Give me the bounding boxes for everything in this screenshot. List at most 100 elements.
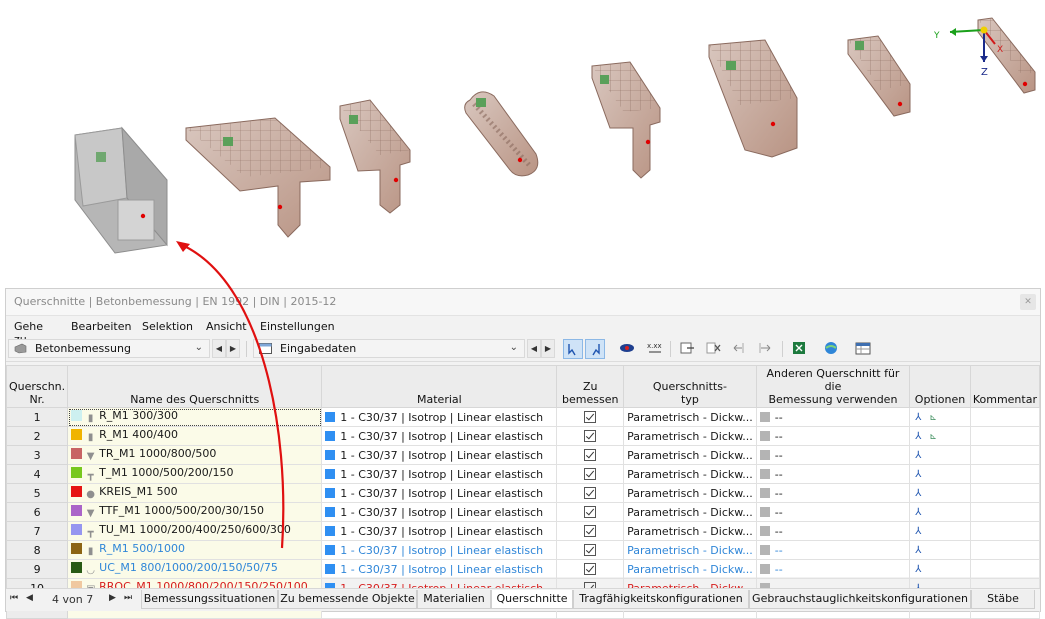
section-name-cell[interactable]: ● KREIS_M1 500 (67, 483, 323, 503)
select-in-table-icon[interactable] (585, 339, 605, 359)
member-tee-flange[interactable] (185, 117, 331, 238)
stress-strain-icon[interactable]: ⊾ (929, 413, 937, 423)
globe-settings-icon[interactable] (822, 339, 842, 359)
select-in-model-icon[interactable] (563, 339, 583, 359)
tab-design-situations[interactable]: Bemessungssituationen (141, 590, 278, 609)
material-cell[interactable]: 1 - C30/37 | Isotrop | Linear elastisch (321, 502, 558, 522)
comment-cell[interactable] (969, 426, 1041, 446)
other-section-cell[interactable]: -- (755, 407, 911, 427)
design-options-icon[interactable]: ⅄ (915, 526, 921, 537)
material-cell[interactable]: 1 - C30/37 | Isotrop | Linear elastisch (321, 483, 558, 503)
member-hollow-box[interactable] (74, 126, 168, 254)
member-rect-large[interactable] (847, 35, 911, 117)
prev-module-button[interactable]: ◀ (212, 339, 226, 358)
comment-cell[interactable] (969, 559, 1041, 579)
table-row[interactable]: 2 ▮ R_M1 400/400 1 - C30/37 | Isotrop | Lin… (5, 426, 1041, 446)
next-page-icon[interactable]: ▶ (109, 593, 116, 603)
other-section-cell[interactable]: -- (755, 559, 911, 579)
design-checkbox[interactable] (584, 448, 597, 461)
design-checkbox-cell[interactable] (556, 483, 625, 503)
move-left-icon[interactable] (730, 339, 750, 359)
other-section-cell[interactable]: -- (755, 426, 911, 446)
other-section-cell[interactable]: -- (755, 445, 911, 465)
design-options-icon[interactable]: ⅄ (915, 469, 921, 480)
section-type-cell[interactable]: Parametrisch - Dickw... (623, 540, 757, 560)
prev-view-button[interactable]: ◀ (527, 339, 541, 358)
member-tee-tall[interactable] (339, 99, 411, 214)
section-name-cell[interactable]: ┳ TU_M1 1000/200/400/250/600/300 (67, 521, 323, 541)
comment-cell[interactable] (969, 483, 1041, 503)
comment-cell[interactable] (969, 521, 1041, 541)
table-row[interactable]: 8 ▮ R_M1 500/1000 1 - C30/37 | Isotrop | Li… (5, 540, 1041, 560)
section-type-cell[interactable]: Parametrisch - Dickw... (623, 445, 757, 465)
options-cell[interactable]: ⅄ (909, 483, 971, 503)
section-name-cell[interactable]: ▮ R_M1 400/400 (67, 426, 323, 446)
design-checkbox-cell[interactable] (556, 540, 625, 560)
decimal-places-icon[interactable]: x.xx (646, 339, 666, 359)
member-circular[interactable] (464, 91, 539, 177)
comment-cell[interactable] (969, 407, 1041, 427)
tab-uls-configurations[interactable]: Tragfähigkeitskonfigurationen (573, 590, 749, 609)
table-row[interactable]: 3 ▼ TR_M1 1000/800/500 1 - C30/37 | Isotrop… (5, 445, 1041, 465)
options-cell[interactable]: ⅄ ⊾ (909, 407, 971, 427)
design-checkbox-cell[interactable] (556, 445, 625, 465)
design-checkbox[interactable] (584, 410, 597, 423)
design-checkbox[interactable] (584, 486, 597, 499)
options-cell[interactable]: ⅄ ⊾ (909, 426, 971, 446)
other-section-cell[interactable]: -- (755, 502, 911, 522)
design-checkbox[interactable] (584, 467, 597, 480)
comment-cell[interactable] (969, 540, 1041, 560)
design-checkbox[interactable] (584, 562, 597, 575)
tab-sls-configurations[interactable]: Gebrauchstauglichkeitskonfigurationen (749, 590, 971, 609)
design-checkbox[interactable] (584, 543, 597, 556)
menu-edit[interactable]: Bearbeiten (71, 320, 131, 333)
tab-cross-sections[interactable]: Querschnitte (491, 590, 573, 609)
table-row[interactable]: 4 ┳ T_M1 1000/500/200/150 1 - C30/37 | Isot… (5, 464, 1041, 484)
tab-objects-to-design[interactable]: Zu bemessende Objekte (278, 590, 417, 609)
options-cell[interactable]: ⅄ (909, 502, 971, 522)
design-checkbox-cell[interactable] (556, 464, 625, 484)
close-icon[interactable]: ✕ (1020, 294, 1036, 310)
section-type-cell[interactable]: Parametrisch - Dickw... (623, 521, 757, 541)
module-select[interactable]: Betonbemessung ⌄ (8, 339, 210, 358)
options-cell[interactable]: ⅄ (909, 445, 971, 465)
section-name-cell[interactable]: ┳ T_M1 1000/500/200/150 (67, 464, 323, 484)
table-row[interactable]: 5 ● KREIS_M1 500 1 - C30/37 | Isotrop | Lin… (5, 483, 1041, 503)
section-type-cell[interactable]: Parametrisch - Dickw... (623, 502, 757, 522)
comment-cell[interactable] (969, 445, 1041, 465)
comment-cell[interactable] (969, 502, 1041, 522)
other-section-cell[interactable]: -- (755, 521, 911, 541)
design-options-icon[interactable]: ⅄ (915, 431, 921, 442)
design-checkbox-cell[interactable] (556, 502, 625, 522)
section-type-cell[interactable]: Parametrisch - Dickw... (623, 559, 757, 579)
design-options-icon[interactable]: ⅄ (915, 564, 921, 575)
col-header-design[interactable]: Zu bemessen (556, 365, 625, 408)
options-cell[interactable]: ⅄ (909, 559, 971, 579)
col-header-type[interactable]: Querschnitts-typ (623, 365, 757, 408)
options-cell[interactable]: ⅄ (909, 521, 971, 541)
section-type-cell[interactable]: Parametrisch - Dickw... (623, 483, 757, 503)
next-module-button[interactable]: ▶ (226, 339, 240, 358)
col-header-options[interactable]: Optionen (909, 365, 971, 408)
tab-members[interactable]: Stäbe (971, 590, 1035, 609)
member-trapezoid[interactable] (708, 39, 798, 158)
material-cell[interactable]: 1 - C30/37 | Isotrop | Linear elastisch (321, 426, 558, 446)
design-checkbox-cell[interactable] (556, 521, 625, 541)
design-checkbox-cell[interactable] (556, 426, 625, 446)
col-header-material[interactable]: Material (321, 365, 558, 408)
prev-page-icon[interactable]: ◀ (26, 593, 33, 603)
design-checkbox[interactable] (584, 429, 597, 442)
design-options-icon[interactable]: ⅄ (915, 488, 921, 499)
design-checkbox-cell[interactable] (556, 559, 625, 579)
design-checkbox[interactable] (584, 524, 597, 537)
design-checkbox-cell[interactable] (556, 407, 625, 427)
section-name-cell[interactable]: ◡ UC_M1 800/1000/200/150/50/75 (67, 559, 323, 579)
col-header-comment[interactable]: Kommentar (969, 365, 1041, 408)
move-right-icon[interactable] (756, 339, 776, 359)
col-header-other-section[interactable]: Anderen Querschnitt für die Bemessung ver… (755, 365, 911, 408)
table-row[interactable]: 9 ◡ UC_M1 800/1000/200/150/50/75 1 - C30/37… (5, 559, 1041, 579)
menu-settings[interactable]: Einstellungen (260, 320, 335, 333)
other-section-cell[interactable]: -- (755, 540, 911, 560)
show-color-icon[interactable] (618, 339, 638, 359)
design-options-icon[interactable]: ⅄ (915, 450, 921, 461)
